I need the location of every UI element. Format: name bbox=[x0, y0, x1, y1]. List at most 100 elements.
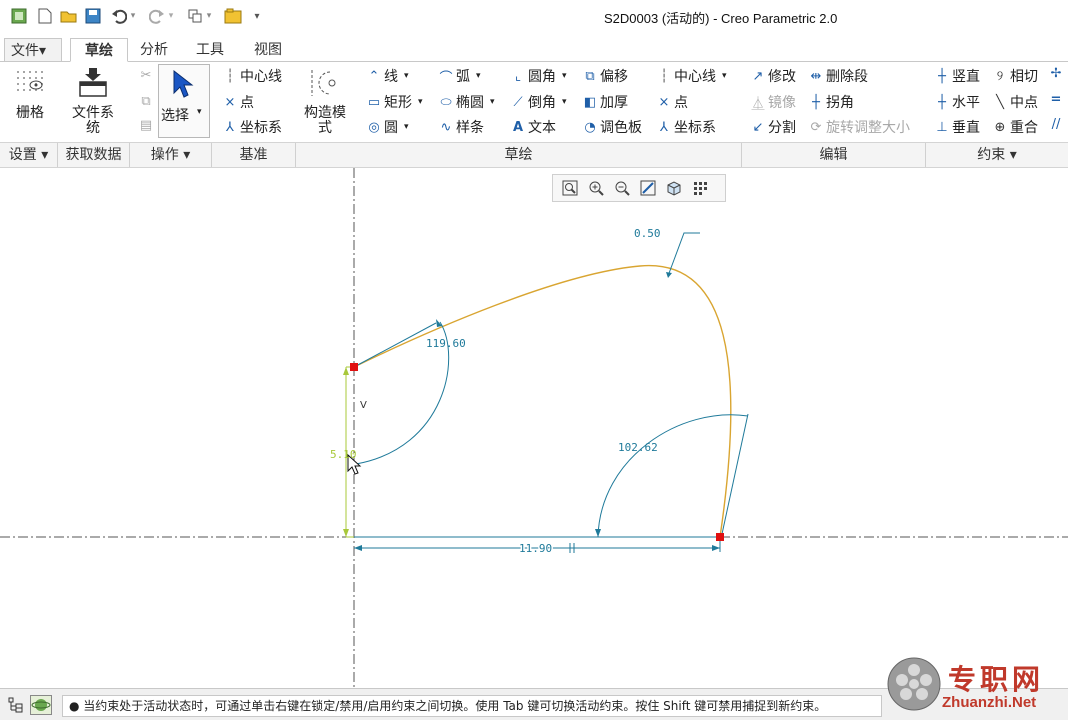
tab-tools[interactable]: 工具 bbox=[190, 38, 230, 62]
start-point[interactable] bbox=[350, 363, 358, 371]
dimension-0-50[interactable]: 0.50 bbox=[634, 227, 661, 240]
group-get-data: 获取数据 bbox=[58, 143, 130, 167]
arc-label: 弧 bbox=[456, 69, 470, 85]
file-system-icon[interactable] bbox=[78, 66, 108, 102]
sketch-centerline-dropdown-icon: ▾ bbox=[722, 71, 727, 81]
save-icon[interactable] bbox=[84, 7, 102, 25]
creo-window: ▾ ▾ ▾ ▾ S2D0003 (活动的) - Creo Parametric … bbox=[0, 0, 1068, 720]
offset-button[interactable]: ⧉ 偏移 bbox=[582, 66, 628, 86]
arc-button[interactable]: ⌒ 弧 ▾ bbox=[438, 66, 481, 86]
datum-centerline-button[interactable]: ┆ 中心线 bbox=[222, 66, 282, 86]
circle-label: 圆 bbox=[384, 120, 398, 136]
dimension-119-60[interactable]: 119.60 bbox=[426, 337, 466, 350]
tab-analysis[interactable]: 分析 bbox=[134, 38, 174, 62]
tangent-reference-line bbox=[353, 322, 437, 368]
file-system-label[interactable]: 文件系统 bbox=[66, 106, 120, 136]
rectangle-button[interactable]: ▭ 矩形 ▾ bbox=[366, 92, 423, 112]
thicken-button[interactable]: ◧ 加厚 bbox=[582, 92, 628, 112]
sketch-centerline-button[interactable]: ┆ 中心线 ▾ bbox=[656, 66, 727, 86]
group-constrain[interactable]: 约束 ▾ bbox=[926, 143, 1068, 167]
modify-button[interactable]: ↗ 修改 bbox=[750, 66, 796, 86]
horizontal-label: 水平 bbox=[952, 95, 980, 111]
text-button[interactable]: A 文本 bbox=[510, 117, 556, 137]
end-point[interactable] bbox=[716, 533, 724, 541]
group-sketch: 草绘 bbox=[296, 143, 742, 167]
midpoint-constraint-button[interactable]: ╲ 中点 bbox=[992, 92, 1038, 112]
copy-icon[interactable]: ⧉ bbox=[138, 94, 156, 109]
spline-button[interactable]: ∿ 样条 bbox=[438, 117, 484, 137]
close-window-icon[interactable] bbox=[224, 7, 242, 25]
coincident-constraint-button[interactable]: ⊕ 重合 bbox=[992, 117, 1038, 137]
delete-segment-button[interactable]: ⇹ 删除段 bbox=[808, 66, 868, 86]
palette-button[interactable]: ◔ 调色板 bbox=[582, 117, 642, 137]
select-label: 选择 bbox=[161, 108, 189, 124]
cut-icon[interactable]: ✂ bbox=[138, 68, 156, 83]
vertical-constraint-symbol[interactable]: V bbox=[360, 400, 367, 411]
group-edit: 编辑 bbox=[742, 143, 926, 167]
dimension-11-90[interactable]: 11.90 bbox=[518, 541, 554, 557]
divide-button[interactable]: ↙ 分割 bbox=[750, 117, 796, 137]
undo-dropdown-icon[interactable]: ▾ bbox=[128, 7, 138, 25]
regenerate-icon[interactable] bbox=[186, 7, 204, 25]
construction-mode-icon[interactable] bbox=[308, 68, 340, 102]
browser-toggle-icon[interactable] bbox=[30, 695, 52, 715]
sketch-canvas[interactable]: 0.50 119.60 102.62 11.90 5.10 V bbox=[0, 168, 1068, 688]
arc-dropdown-icon: ▾ bbox=[476, 71, 481, 81]
group-operations[interactable]: 操作 ▾ bbox=[130, 143, 212, 167]
windows-dropdown-icon[interactable]: ▾ bbox=[204, 7, 214, 25]
select-button[interactable]: 选择 ▾ bbox=[158, 64, 210, 138]
new-icon[interactable] bbox=[36, 7, 54, 25]
circle-dropdown-icon: ▾ bbox=[404, 122, 409, 132]
divide-label: 分割 bbox=[768, 120, 796, 136]
paste-icon[interactable]: ▤ bbox=[138, 118, 156, 133]
open-icon[interactable] bbox=[60, 7, 78, 25]
dimension-102-62[interactable]: 102.62 bbox=[618, 441, 658, 454]
corner-label: 拐角 bbox=[826, 95, 854, 111]
parallel-constraint-icon[interactable]: // bbox=[1048, 117, 1066, 132]
perpendicular-label: 垂直 bbox=[952, 120, 980, 136]
horizontal-constraint-button[interactable]: ┼ 水平 bbox=[934, 92, 980, 112]
text-label: 文本 bbox=[528, 120, 556, 136]
sketch-coord-button[interactable]: ⅄ 坐标系 bbox=[656, 117, 716, 137]
offset-label: 偏移 bbox=[600, 69, 628, 85]
redo-dropdown-icon[interactable]: ▾ bbox=[166, 7, 176, 25]
dimension-5-10[interactable]: 5.10 bbox=[330, 448, 357, 461]
tab-sketch[interactable]: 草绘 bbox=[70, 38, 128, 62]
sketch-centerline-label: 中心线 bbox=[674, 69, 716, 85]
rotate-resize-label: 旋转调整大小 bbox=[826, 120, 910, 136]
grid-label[interactable]: 栅格 bbox=[8, 106, 52, 121]
group-settings[interactable]: 设置 ▾ bbox=[0, 143, 58, 167]
sketch-point-button[interactable]: × 点 bbox=[656, 92, 688, 112]
customize-toolbar-icon[interactable]: ▾ bbox=[250, 7, 264, 25]
end-tangent-line bbox=[721, 413, 749, 535]
line-button[interactable]: ⌃ 线 ▾ bbox=[366, 66, 409, 86]
chamfer-button[interactable]: ⟋ 倒角 ▾ bbox=[510, 92, 566, 112]
fillet-button[interactable]: ⌞ 圆角 ▾ bbox=[510, 66, 567, 86]
perpendicular-constraint-button[interactable]: ⊥ 垂直 bbox=[934, 117, 980, 137]
rectangle-dropdown-icon: ▾ bbox=[418, 97, 423, 107]
grid-icon[interactable] bbox=[14, 68, 46, 100]
mirror-button[interactable]: ⏅ 镜像 bbox=[750, 92, 796, 112]
circle-button[interactable]: ◎ 圆 ▾ bbox=[366, 117, 409, 137]
ellipse-button[interactable]: ⬭ 椭圆 ▾ bbox=[438, 92, 494, 112]
datum-point-button[interactable]: × 点 bbox=[222, 92, 254, 112]
equal-constraint-icon[interactable]: = bbox=[1048, 92, 1066, 107]
datum-coord-button[interactable]: ⅄ 坐标系 bbox=[222, 117, 282, 137]
ribbon-tabs: 文件▾ 草绘 分析 工具 视图 bbox=[0, 36, 1068, 62]
construction-mode-label[interactable]: 构造模式 bbox=[298, 106, 352, 136]
tangent-constraint-button[interactable]: ୨ 相切 bbox=[992, 66, 1038, 86]
redo-icon[interactable] bbox=[148, 7, 166, 25]
sketch-spline-curve[interactable] bbox=[353, 264, 732, 538]
tab-view[interactable]: 视图 bbox=[248, 38, 288, 62]
tab-file[interactable]: 文件▾ bbox=[4, 38, 62, 62]
model-tree-toggle-icon[interactable] bbox=[8, 697, 24, 717]
coincident-label: 重合 bbox=[1010, 120, 1038, 136]
rotate-resize-button[interactable]: ⟳ 旋转调整大小 bbox=[808, 117, 910, 137]
title-bar: ▾ ▾ ▾ ▾ S2D0003 (活动的) - Creo Parametric … bbox=[0, 0, 1068, 34]
symmetric-constraint-icon[interactable]: ✢ bbox=[1048, 66, 1066, 81]
corner-button[interactable]: ┼ 拐角 bbox=[808, 92, 854, 112]
group-datum: 基准 bbox=[212, 143, 296, 167]
undo-icon[interactable] bbox=[110, 7, 128, 25]
sketch-drawing: 0.50 119.60 102.62 11.90 5.10 V bbox=[0, 168, 1068, 688]
vertical-constraint-button[interactable]: ┼ 竖直 bbox=[934, 66, 980, 86]
